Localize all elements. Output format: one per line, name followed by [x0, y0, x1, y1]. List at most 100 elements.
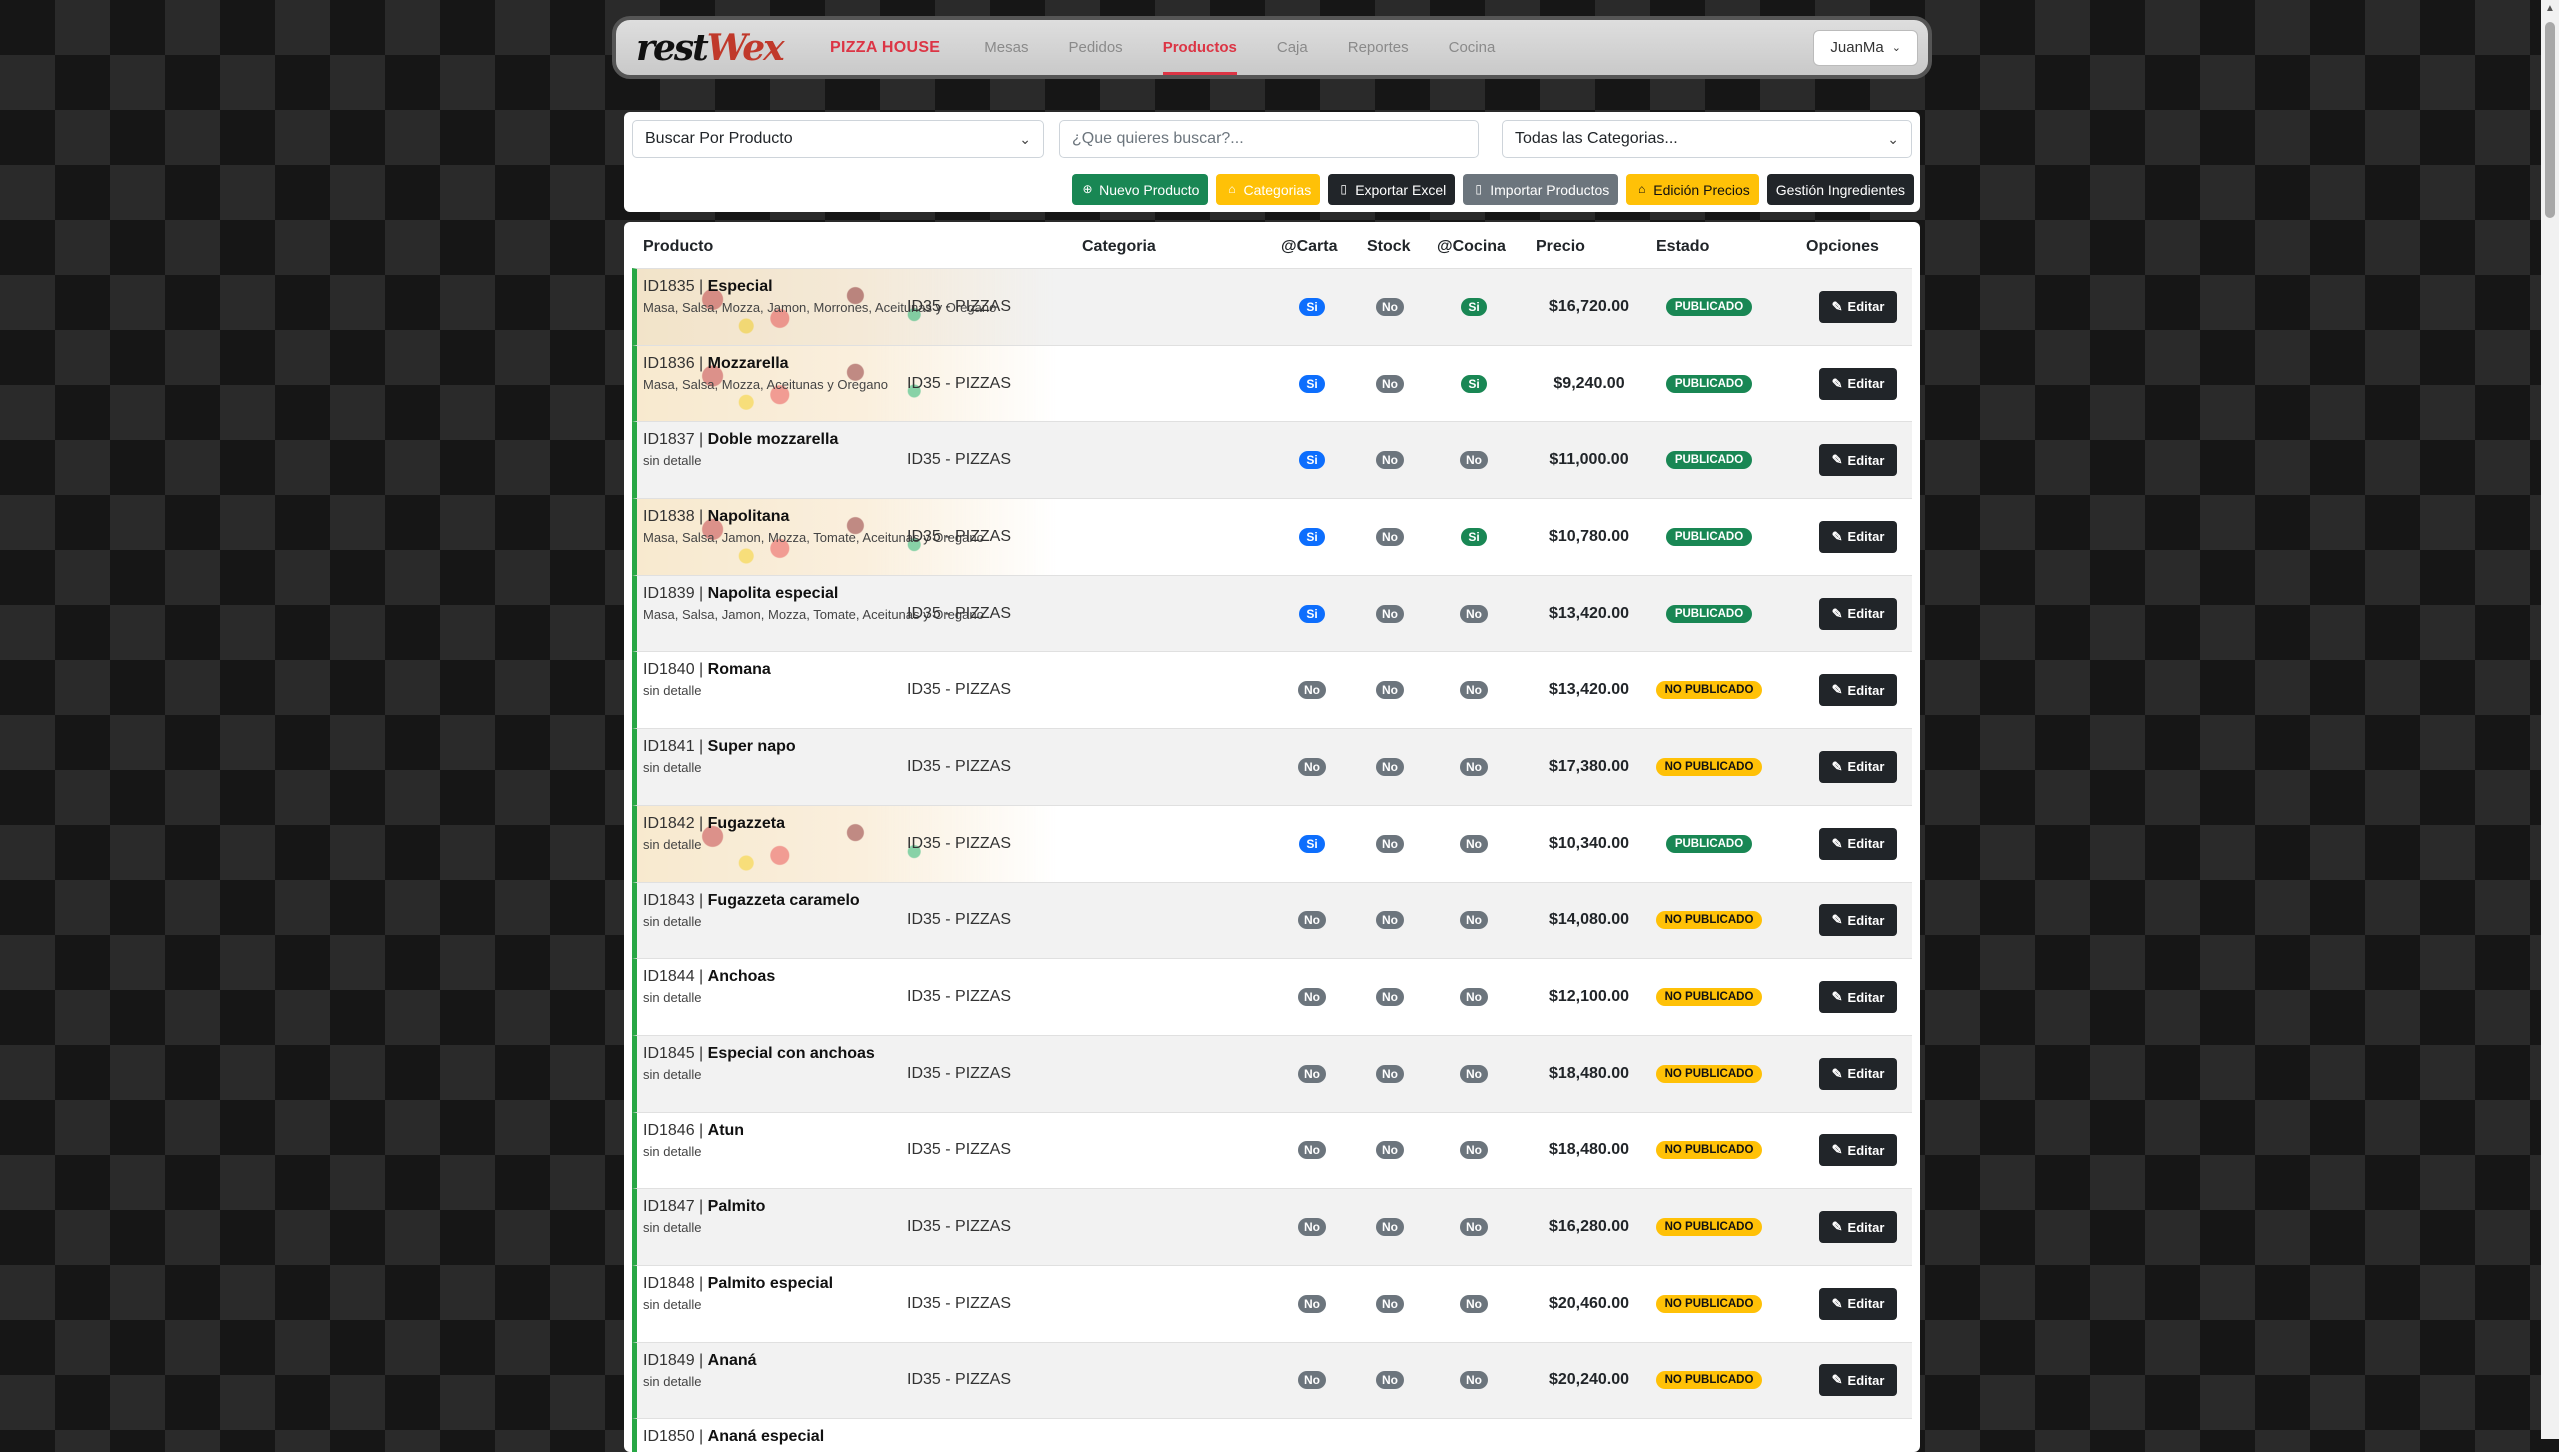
category-select[interactable]: Todas las Categorias... ⌄ [1502, 120, 1912, 158]
nav-reportes[interactable]: Reportes [1328, 20, 1429, 75]
edit-button[interactable]: ✎ Editar [1819, 367, 1897, 400]
options-cell: ✎ Editar [1819, 576, 1897, 652]
product-price: $14,080.00 [1548, 911, 1630, 929]
product-name-line: ID1850 | Ananá especial [643, 1428, 825, 1446]
product-description: sin detalle [643, 1066, 702, 1082]
categories-button[interactable]: ⌂ Categorias [1216, 174, 1321, 205]
stock-badge: No [1376, 527, 1404, 546]
status-cell: PUBLICADO [1644, 806, 1774, 882]
header-status[interactable]: Estado [1656, 238, 1709, 256]
edit-button[interactable]: ✎ Editar [1819, 520, 1897, 553]
options-cell: ✎ Editar [1819, 346, 1897, 422]
edit-button[interactable]: ✎ Editar [1819, 674, 1897, 707]
restwex-logo[interactable]: rest Wex [636, 26, 796, 69]
product-category: ID35 - PIZZAS [907, 681, 1012, 699]
edit-button[interactable]: ✎ Editar [1819, 904, 1897, 937]
header-product[interactable]: Producto [643, 238, 713, 256]
search-input[interactable]: ¿Que quieres buscar?... [1059, 120, 1479, 158]
new-product-label: Nuevo Producto [1099, 181, 1200, 198]
product-description: sin detalle [643, 760, 702, 776]
header-carta[interactable]: @Carta [1281, 238, 1338, 256]
status-cell: PUBLICADO [1644, 269, 1774, 345]
edit-button[interactable]: ✎ Editar [1819, 827, 1897, 860]
header-cocina[interactable]: @Cocina [1437, 238, 1506, 256]
header-options[interactable]: Opciones [1806, 238, 1879, 256]
cocina-badge: Si [1461, 297, 1487, 316]
scroll-up-icon[interactable]: ▲ [2545, 3, 2555, 15]
nav-caja[interactable]: Caja [1257, 20, 1328, 75]
product-description: sin detalle [643, 990, 702, 1006]
page-scrollbar[interactable]: ▲ [2541, 0, 2559, 1439]
edit-label: Editar [1847, 529, 1885, 545]
product-description: sin detalle [643, 1220, 702, 1236]
pencil-icon: ✎ [1831, 912, 1843, 928]
nav-cocina[interactable]: Cocina [1429, 20, 1516, 75]
ingredients-label: Gestión Ingredientes [1775, 181, 1905, 198]
header-stock[interactable]: Stock [1367, 238, 1411, 256]
table-row: ID1842 | Fugazzeta sin detalle ID35 - PIZZ… [632, 804, 1912, 882]
product-id: ID1837 [643, 431, 695, 449]
edit-button[interactable]: ✎ Editar [1819, 290, 1897, 323]
products-table: Producto Categoria @Carta Stock @Cocina … [624, 222, 1920, 1452]
stock-cell: No [1375, 883, 1405, 959]
edit-button[interactable]: ✎ Editar [1819, 1211, 1897, 1244]
product-cell: ID1845 | Especial con anchoas sin detalle [643, 1045, 875, 1082]
product-name: Super napo [707, 738, 796, 756]
cocina-badge: No [1460, 1141, 1488, 1160]
product-price: $9,240.00 [1553, 374, 1625, 392]
edit-label: Editar [1847, 376, 1885, 392]
edit-button[interactable]: ✎ Editar [1819, 444, 1897, 477]
edit-prices-button[interactable]: ⌂ Edición Precios [1626, 174, 1759, 205]
ingredients-button[interactable]: Gestión Ingredientes [1766, 174, 1914, 205]
cocina-cell: No [1459, 806, 1489, 882]
export-excel-button[interactable]: ▯ Exportar Excel [1328, 174, 1456, 205]
header-category[interactable]: Categoria [1082, 238, 1156, 256]
nav-pedidos[interactable]: Pedidos [1048, 20, 1142, 75]
stock-badge: No [1376, 911, 1404, 930]
cocina-cell: No [1459, 422, 1489, 498]
product-id: ID1847 [643, 1198, 695, 1216]
table-body: ID1835 | Especial Masa, Salsa, Mozza, Jam… [632, 268, 1912, 1452]
edit-label: Editar [1847, 1219, 1885, 1235]
edit-label: Editar [1847, 1066, 1885, 1082]
chevron-down-icon: ⌄ [1019, 130, 1031, 147]
product-cell: ID1841 | Super napo sin detalle [643, 738, 796, 775]
scrollbar-thumb[interactable] [2545, 22, 2555, 218]
search-mode-select[interactable]: Buscar Por Producto ⌄ [632, 120, 1044, 158]
edit-button[interactable]: ✎ Editar [1819, 597, 1897, 630]
product-cell: ID1844 | Anchoas sin detalle [643, 968, 775, 1005]
nav-productos[interactable]: Productos [1143, 20, 1257, 75]
stock-cell: No [1375, 1113, 1405, 1189]
edit-button[interactable]: ✎ Editar [1819, 1134, 1897, 1167]
edit-button[interactable]: ✎ Editar [1819, 1364, 1897, 1397]
edit-label: Editar [1847, 299, 1885, 315]
status-badge: NO PUBLICADO [1655, 1371, 1763, 1390]
edit-button[interactable]: ✎ Editar [1819, 1287, 1897, 1320]
header-price[interactable]: Precio [1536, 238, 1585, 256]
stock-badge: No [1376, 451, 1404, 470]
nav-mesas[interactable]: Mesas [964, 20, 1048, 75]
status-badge: PUBLICADO [1665, 297, 1753, 316]
edit-button[interactable]: ✎ Editar [1819, 750, 1897, 783]
options-cell: ✎ Editar [1819, 1266, 1897, 1342]
product-name-line: ID1836 | Mozzarella [643, 354, 789, 372]
pencil-icon: ✎ [1831, 682, 1843, 698]
edit-label: Editar [1847, 606, 1885, 622]
edit-button[interactable]: ✎ Editar [1819, 1057, 1897, 1090]
import-products-button[interactable]: ▯ Importar Productos [1463, 174, 1619, 205]
product-id: ID1839 [643, 584, 695, 602]
product-category: ID35 - PIZZAS [907, 604, 1012, 622]
product-price: $13,420.00 [1548, 681, 1630, 699]
logo-text-part2: Wex [706, 26, 785, 69]
brand-name[interactable]: PIZZA HOUSE [830, 39, 940, 57]
edit-button[interactable]: ✎ Editar [1819, 981, 1897, 1014]
carta-badge: No [1298, 911, 1326, 930]
carta-cell: No [1297, 1343, 1327, 1419]
carta-cell: No [1297, 1266, 1327, 1342]
product-price: $16,280.00 [1548, 1218, 1630, 1236]
product-price: $18,480.00 [1548, 1064, 1630, 1082]
user-menu-button[interactable]: JuanMa ⌄ [1813, 29, 1918, 66]
product-name: Especial con anchoas [707, 1044, 875, 1062]
table-row: ID1835 | Especial Masa, Salsa, Mozza, Jam… [632, 268, 1912, 345]
new-product-button[interactable]: ⊕ Nuevo Producto [1072, 174, 1209, 205]
